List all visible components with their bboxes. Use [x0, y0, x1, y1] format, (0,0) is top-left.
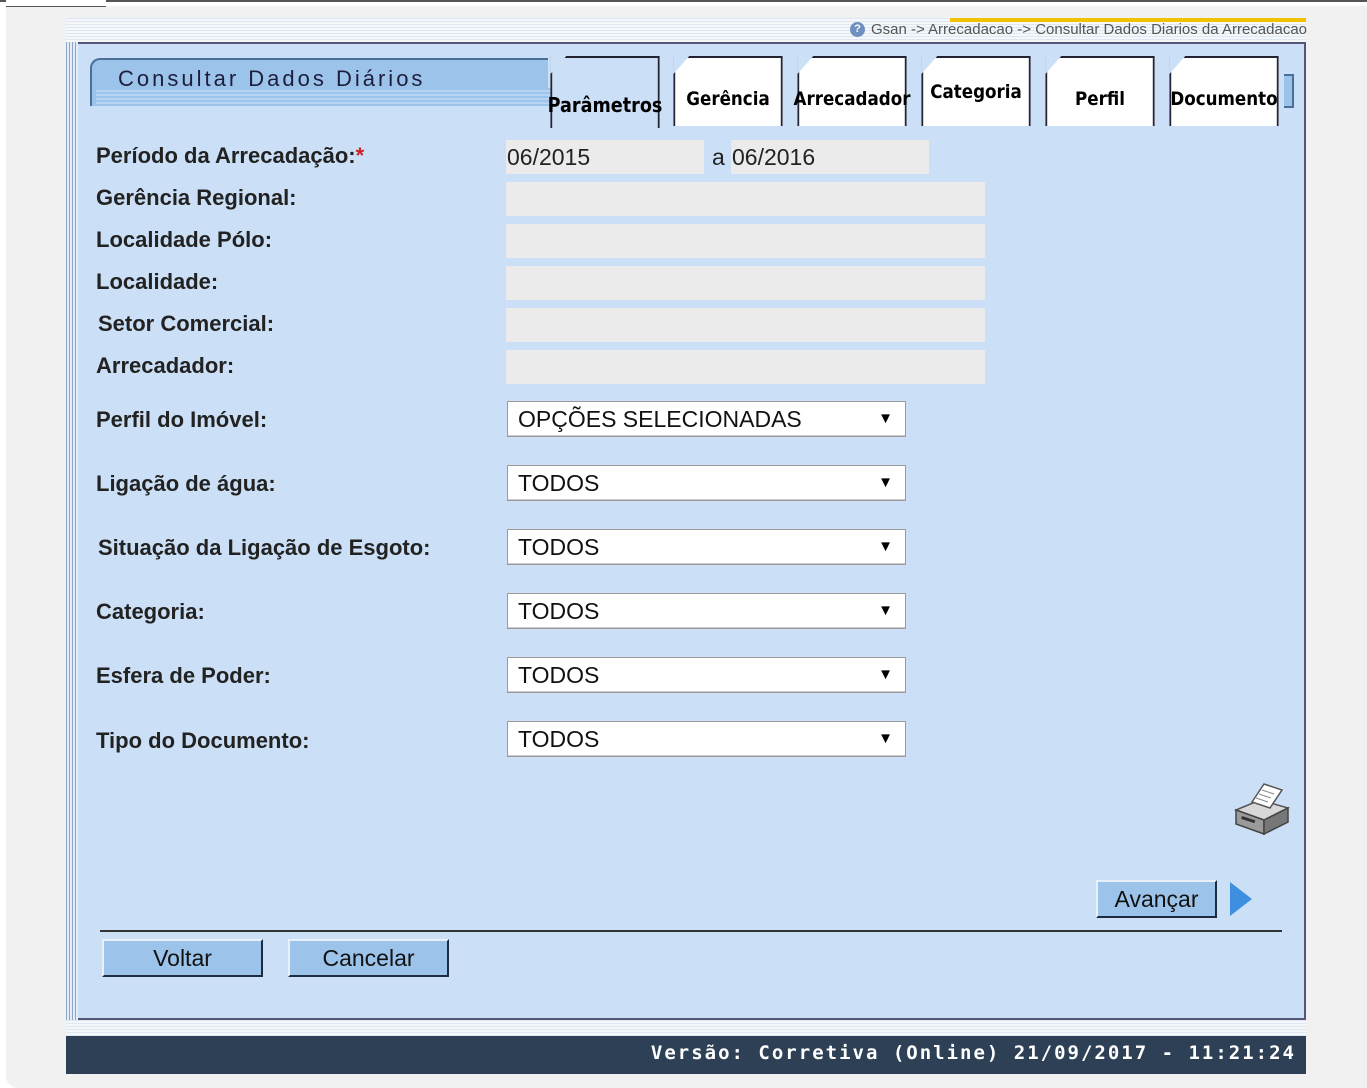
arrecadador-label: Arrecadador:	[96, 353, 235, 378]
select-value: OPÇÕES SELECIONADAS	[518, 406, 802, 432]
tab-label: Arrecadador	[793, 88, 911, 110]
categoria-label: Categoria:	[96, 599, 205, 624]
dropdown-arrow-icon: ▼	[878, 666, 893, 683]
esfera-poder-label: Esfera de Poder:	[96, 663, 271, 688]
select-value: TODOS	[518, 662, 600, 688]
situacao-esgoto-label: Situação da Ligação de Esgoto:	[98, 535, 431, 560]
tab-label: Gerência	[686, 88, 770, 110]
setor-comercial-field[interactable]	[506, 308, 985, 342]
tab-label: Perfil	[1075, 88, 1125, 110]
select-value: TODOS	[518, 726, 600, 752]
breadcrumb-text[interactable]: Gsan -> Arrecadacao -> Consultar Dados D…	[871, 21, 1307, 38]
tab-gerencia[interactable]: Gerência	[673, 56, 783, 126]
cancelar-button[interactable]: Cancelar	[288, 939, 449, 977]
tab-documento[interactable]: Documento	[1169, 56, 1279, 126]
dropdown-arrow-icon: ▼	[878, 602, 893, 619]
tipo-documento-select[interactable]: TODOS ▼	[507, 721, 906, 757]
localidade-label: Localidade:	[96, 269, 219, 294]
voltar-button[interactable]: Voltar	[102, 939, 263, 977]
localidade-polo-field[interactable]	[506, 224, 985, 258]
localidade-field[interactable]	[506, 266, 985, 300]
avancar-button[interactable]: Avançar	[1096, 880, 1217, 918]
ligacao-agua-label: Ligação de água:	[96, 471, 276, 496]
periodo-label: Período da Arrecadação:*	[96, 143, 365, 168]
setor-comercial-label: Setor Comercial:	[98, 311, 275, 336]
top-border	[0, 0, 1367, 2]
arrecadador-field[interactable]	[506, 350, 985, 384]
page-title: Consultar Dados Diários	[118, 66, 426, 91]
periodo-from-value: 06/2015	[507, 144, 591, 170]
dropdown-arrow-icon: ▼	[878, 410, 893, 427]
dropdown-arrow-icon: ▼	[878, 538, 893, 555]
gerencia-regional-field[interactable]	[506, 182, 985, 216]
gerencia-regional-label: Gerência Regional:	[96, 185, 297, 210]
situacao-esgoto-select[interactable]: TODOS ▼	[507, 529, 906, 565]
tab-perfil[interactable]: Perfil	[1045, 56, 1155, 126]
tab-bar-end	[1284, 74, 1294, 108]
tab-label: Parâmetros	[547, 93, 663, 117]
select-value: TODOS	[518, 598, 600, 624]
help-icon[interactable]: ?	[849, 22, 865, 37]
tab-label: Documento	[1170, 88, 1278, 110]
bottom-strip	[66, 1020, 1306, 1036]
periodo-separator: a	[712, 144, 725, 170]
tab-label: Categoria	[930, 81, 1022, 103]
next-arrow-icon[interactable]	[1230, 882, 1252, 916]
printer-icon[interactable]	[1230, 780, 1292, 838]
tipo-documento-label: Tipo do Documento:	[96, 728, 310, 753]
select-value: TODOS	[518, 470, 600, 496]
tab-parametros[interactable]: Parâmetros	[548, 56, 662, 128]
select-value: TODOS	[518, 534, 600, 560]
required-mark: *	[355, 143, 365, 168]
divider	[100, 930, 1282, 932]
localidade-polo-label: Localidade Pólo:	[96, 227, 273, 252]
ligacao-agua-select[interactable]: TODOS ▼	[507, 465, 906, 501]
perfil-imovel-select[interactable]: OPÇÕES SELECIONADAS ▼	[507, 401, 906, 437]
periodo-to-value: 06/2016	[732, 144, 816, 170]
tab-categoria[interactable]: Categoria	[921, 56, 1031, 126]
dropdown-arrow-icon: ▼	[878, 730, 893, 747]
perfil-imovel-label: Perfil do Imóvel:	[96, 407, 268, 432]
esfera-poder-select[interactable]: TODOS ▼	[507, 657, 906, 693]
dropdown-arrow-icon: ▼	[878, 474, 893, 491]
panel-left-stripe	[66, 42, 78, 1020]
version-text: Versão: Corretiva (Online) 21/09/2017 - …	[650, 1042, 1296, 1064]
top-border-tab	[6, 0, 106, 7]
footer: Versão: Corretiva (Online) 21/09/2017 - …	[66, 1036, 1306, 1074]
tab-arrecadador[interactable]: Arrecadador	[794, 56, 910, 126]
categoria-select[interactable]: TODOS ▼	[507, 593, 906, 629]
breadcrumb: ? Gsan -> Arrecadacao -> Consultar Dados…	[849, 21, 1307, 38]
